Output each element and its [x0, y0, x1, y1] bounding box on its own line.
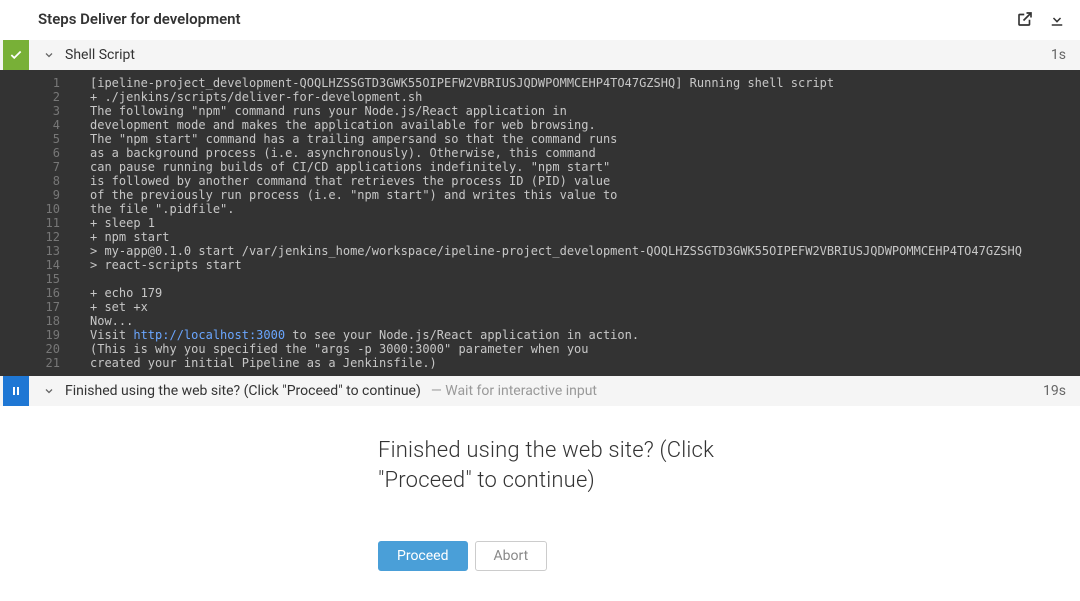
- line-number: 19: [0, 328, 90, 342]
- console-line: 14> react-scripts start: [0, 258, 1080, 272]
- line-number: 20: [0, 342, 90, 356]
- open-external-icon[interactable]: [1016, 10, 1034, 28]
- console-line: 2+ ./jenkins/scripts/deliver-for-develop…: [0, 90, 1080, 104]
- console-line: 18Now...: [0, 314, 1080, 328]
- step-duration: 1s: [1051, 47, 1066, 63]
- console-link[interactable]: http://localhost:3000: [133, 328, 285, 342]
- console-line: 7can pause running builds of CI/CD appli…: [0, 160, 1080, 174]
- chevron-down-icon: [43, 382, 57, 401]
- console-line: 10the file ".pidfile".: [0, 202, 1080, 216]
- line-number: 14: [0, 258, 90, 272]
- line-content: + sleep 1: [90, 216, 1080, 230]
- line-number: 6: [0, 146, 90, 160]
- line-number: 3: [0, 104, 90, 118]
- line-number: 9: [0, 188, 90, 202]
- status-paused-icon: [3, 376, 29, 406]
- console-line: 13> my-app@0.1.0 start /var/jenkins_home…: [0, 244, 1080, 258]
- step-subtitle: — Wait for interactive input: [431, 383, 1043, 399]
- console-line: 19Visit http://localhost:3000 to see you…: [0, 328, 1080, 342]
- step-name: Finished using the web site? (Click "Pro…: [65, 383, 421, 399]
- line-number: 13: [0, 244, 90, 258]
- console-line: 15: [0, 272, 1080, 286]
- line-content: + set +x: [90, 300, 1080, 314]
- console-line: 21created your initial Pipeline as a Jen…: [0, 356, 1080, 370]
- line-content: The following "npm" command runs your No…: [90, 104, 1080, 118]
- line-number: 15: [0, 272, 90, 286]
- proceed-button[interactable]: Proceed: [378, 541, 468, 571]
- line-content: + ./jenkins/scripts/deliver-for-developm…: [90, 90, 1080, 104]
- line-content: (This is why you specified the "args -p …: [90, 342, 1080, 356]
- line-content: [ipeline-project_development-QOQLHZSSGTD…: [90, 76, 1080, 90]
- line-number: 1: [0, 76, 90, 90]
- console-line: 11+ sleep 1: [0, 216, 1080, 230]
- console-line: 1[ipeline-project_development-QOQLHZSSGT…: [0, 76, 1080, 90]
- abort-button[interactable]: Abort: [475, 541, 548, 571]
- console-line: 4development mode and makes the applicat…: [0, 118, 1080, 132]
- step-duration: 19s: [1043, 383, 1066, 399]
- line-content: [90, 272, 1080, 286]
- line-content: development mode and makes the applicati…: [90, 118, 1080, 132]
- status-success-icon: [3, 40, 29, 70]
- console-line: 12+ npm start: [0, 230, 1080, 244]
- line-number: 2: [0, 90, 90, 104]
- steps-title: Steps Deliver for development: [38, 10, 241, 28]
- line-content: created your initial Pipeline as a Jenki…: [90, 356, 1080, 370]
- line-number: 16: [0, 286, 90, 300]
- line-content: can pause running builds of CI/CD applic…: [90, 160, 1080, 174]
- step-name: Shell Script: [65, 47, 135, 63]
- line-number: 10: [0, 202, 90, 216]
- line-number: 4: [0, 118, 90, 132]
- line-content: > react-scripts start: [90, 258, 1080, 272]
- line-content: + npm start: [90, 230, 1080, 244]
- line-content: Visit http://localhost:3000 to see your …: [90, 328, 1080, 342]
- line-content: + echo 179: [90, 286, 1080, 300]
- console-line: 3The following "npm" command runs your N…: [0, 104, 1080, 118]
- console-line: 6as a background process (i.e. asynchron…: [0, 146, 1080, 160]
- line-number: 7: [0, 160, 90, 174]
- step-row-shell-script[interactable]: Shell Script 1s: [0, 40, 1080, 70]
- line-content: of the previously run process (i.e. "npm…: [90, 188, 1080, 202]
- download-icon[interactable]: [1048, 10, 1066, 28]
- step-row-input-prompt[interactable]: Finished using the web site? (Click "Pro…: [0, 376, 1080, 406]
- console-output[interactable]: 1[ipeline-project_development-QOQLHZSSGT…: [0, 70, 1080, 376]
- line-number: 17: [0, 300, 90, 314]
- line-number: 8: [0, 174, 90, 188]
- console-line: 5The "npm start" command has a trailing …: [0, 132, 1080, 146]
- line-content: The "npm start" command has a trailing a…: [90, 132, 1080, 146]
- console-line: 16+ echo 179: [0, 286, 1080, 300]
- console-line: 9of the previously run process (i.e. "np…: [0, 188, 1080, 202]
- chevron-down-icon: [43, 46, 57, 65]
- prompt-actions: Proceed Abort: [378, 541, 1080, 571]
- line-number: 5: [0, 132, 90, 146]
- input-prompt-panel: Finished using the web site? (Click "Pro…: [0, 406, 1080, 601]
- line-number: 18: [0, 314, 90, 328]
- line-number: 21: [0, 356, 90, 370]
- line-number: 11: [0, 216, 90, 230]
- console-line: 17+ set +x: [0, 300, 1080, 314]
- line-content: > my-app@0.1.0 start /var/jenkins_home/w…: [90, 244, 1080, 258]
- steps-header: Steps Deliver for development: [0, 0, 1080, 40]
- header-actions: [1016, 10, 1066, 28]
- line-content: the file ".pidfile".: [90, 202, 1080, 216]
- console-line: 20(This is why you specified the "args -…: [0, 342, 1080, 356]
- prompt-message: Finished using the web site? (Click "Pro…: [378, 436, 718, 495]
- line-number: 12: [0, 230, 90, 244]
- line-content: is followed by another command that retr…: [90, 174, 1080, 188]
- line-content: Now...: [90, 314, 1080, 328]
- console-line: 8is followed by another command that ret…: [0, 174, 1080, 188]
- line-content: as a background process (i.e. asynchrono…: [90, 146, 1080, 160]
